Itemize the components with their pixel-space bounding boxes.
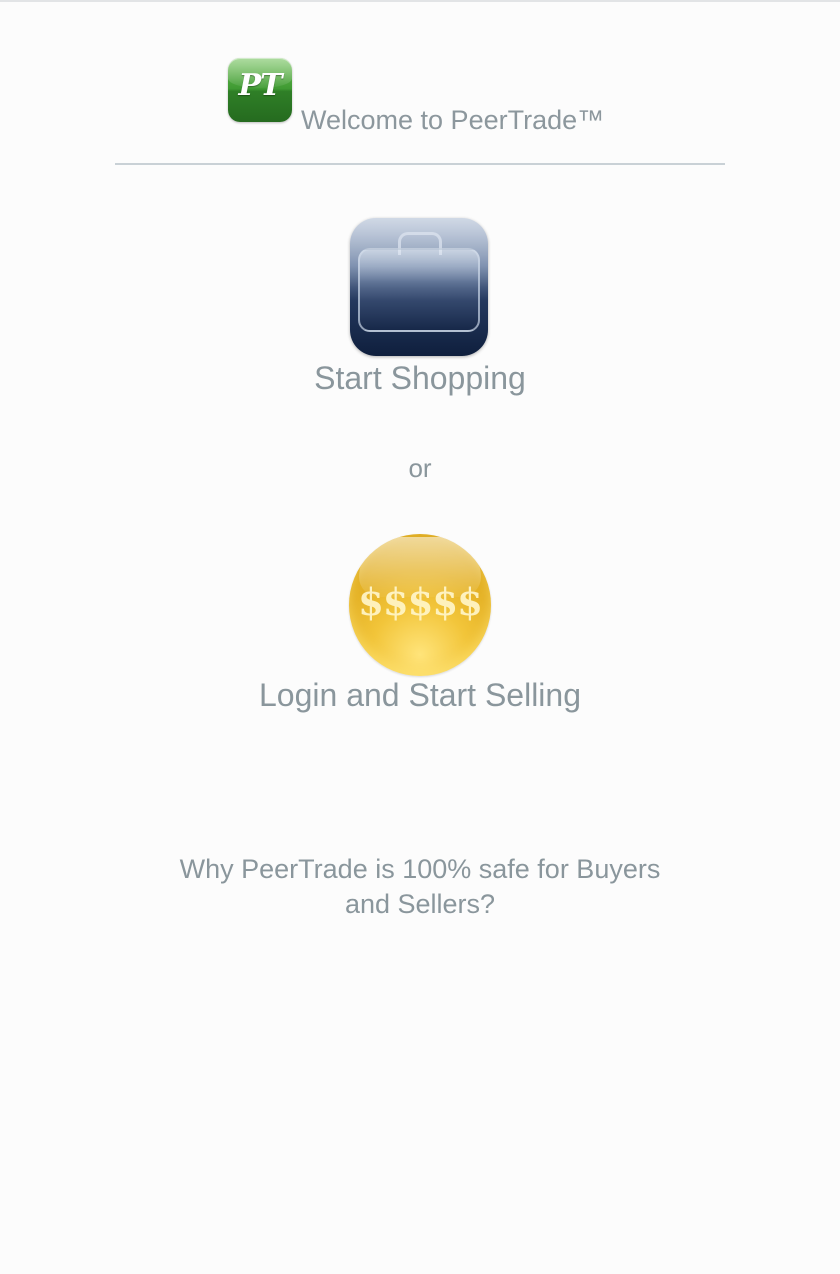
peertrade-logo-icon: PT	[228, 58, 292, 122]
start-shopping-button[interactable]	[350, 218, 488, 356]
header-divider	[115, 163, 725, 165]
login-start-selling-label[interactable]: Login and Start Selling	[0, 677, 840, 714]
button-gloss	[350, 218, 488, 288]
safety-info-link[interactable]: Why PeerTrade is 100% safe for Buyers an…	[160, 852, 680, 922]
start-selling-button[interactable]: $$$$$	[349, 534, 491, 676]
or-separator: or	[408, 453, 432, 483]
top-border	[0, 0, 840, 2]
welcome-title: Welcome to PeerTrade™	[301, 105, 605, 135]
start-shopping-label[interactable]: Start Shopping	[0, 360, 840, 397]
coin-gloss	[359, 537, 481, 597]
logo-text: PT	[238, 68, 283, 103]
